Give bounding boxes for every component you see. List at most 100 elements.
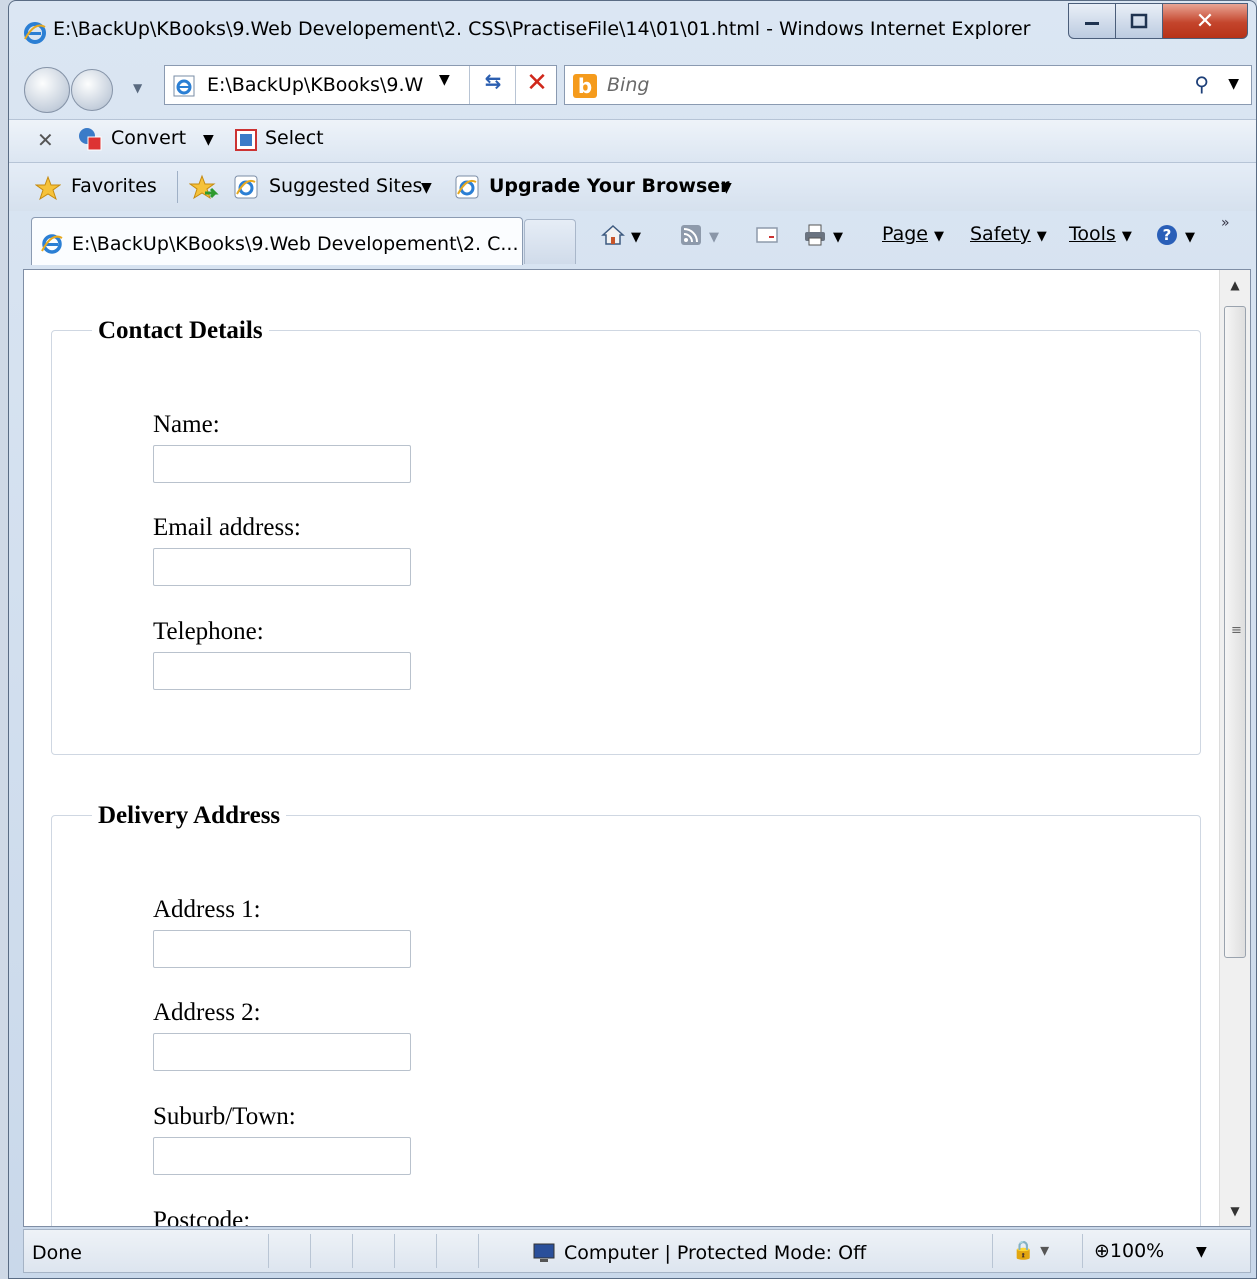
address1-input[interactable] <box>153 930 411 968</box>
convert-button[interactable]: Convert <box>111 127 186 149</box>
ie-logo-icon <box>24 22 46 44</box>
security-zone-text[interactable]: Computer | Protected Mode: Off <box>564 1242 866 1264</box>
select-pdf-icon <box>235 129 257 151</box>
divider <box>268 1234 269 1268</box>
rss-feed-icon <box>681 225 701 245</box>
divider <box>310 1234 311 1268</box>
tools-menu[interactable]: Tools ▼ <box>1069 223 1132 245</box>
telephone-input[interactable] <box>153 652 411 690</box>
scroll-up-arrow-icon[interactable]: ▲ <box>1220 270 1250 300</box>
maximize-button[interactable] <box>1116 3 1163 39</box>
title-bar: E:\BackUp\KBooks\9.Web Developement\2. C… <box>9 1 1256 57</box>
add-to-favorites-bar-icon[interactable] <box>189 173 219 201</box>
recent-pages-dropdown-icon[interactable]: ▼ <box>133 81 142 95</box>
safety-menu-label: Safety <box>970 223 1031 245</box>
postcode-label: Postcode: <box>153 1207 251 1227</box>
back-button[interactable] <box>24 67 70 113</box>
name-input[interactable] <box>153 445 411 483</box>
bing-logo-icon: b <box>573 74 597 98</box>
new-tab-button[interactable] <box>524 219 576 264</box>
print-button[interactable]: ▼ <box>803 223 843 247</box>
page-viewport: Contact Details Name: Email address: Tel… <box>23 269 1251 1227</box>
convert-pdf-icon <box>79 128 102 151</box>
help-menu[interactable]: ? ▼ <box>1155 223 1195 247</box>
printer-icon <box>805 224 825 246</box>
maximize-icon <box>1130 13 1148 29</box>
contact-details-legend: Contact Details <box>92 317 269 345</box>
contact-details-fieldset: Contact Details Name: Email address: Tel… <box>51 317 1201 755</box>
search-options-dropdown-icon[interactable]: ▼ <box>1228 76 1239 92</box>
status-text: Done <box>32 1242 82 1264</box>
feeds-button[interactable]: ▼ <box>679 223 719 247</box>
suggested-sites-ie-icon <box>234 175 258 199</box>
email-input[interactable] <box>153 548 411 586</box>
help-icon: ? <box>1157 225 1177 245</box>
divider <box>177 171 178 203</box>
home-icon <box>601 224 625 245</box>
url-text[interactable]: E:\BackUp\KBooks\9.W <box>207 74 432 96</box>
name-label: Name: <box>153 411 220 438</box>
tab-title: E:\BackUp\KBooks\9.Web Developement\2. C… <box>72 233 519 255</box>
mail-icon <box>756 227 778 243</box>
divider <box>469 66 470 104</box>
search-icon[interactable]: ⚲ <box>1194 72 1209 96</box>
search-box[interactable]: b Bing ⚲ ▼ <box>564 65 1252 105</box>
ie-window: E:\BackUp\KBooks\9.Web Developement\2. C… <box>8 0 1257 1279</box>
suggested-sites-dropdown-icon[interactable]: ▼ <box>421 180 432 196</box>
page-menu-label: Page <box>882 223 928 245</box>
upgrade-browser-link[interactable]: Upgrade Your Browser <box>489 175 730 197</box>
tools-dropdown-icon: ▼ <box>1121 229 1132 244</box>
refresh-icon: ⇆ <box>484 69 502 93</box>
stop-button[interactable]: ✕ <box>519 68 555 100</box>
divider <box>394 1234 395 1268</box>
forward-button[interactable] <box>71 69 113 111</box>
navigation-bar: ▼ E:\BackUp\KBooks\9.W ▼ ⇆ ✕ b Bing ⚲ ▼ <box>9 61 1256 115</box>
stop-icon: ✕ <box>526 68 548 98</box>
zoom-dropdown-icon[interactable]: ▼ <box>1196 1244 1207 1260</box>
address2-input[interactable] <box>153 1033 411 1071</box>
favorites-star-icon <box>35 175 61 201</box>
vertical-scrollbar[interactable]: ▲ ≡ ▼ <box>1219 270 1250 1226</box>
home-button[interactable]: ▼ <box>601 223 641 247</box>
tools-menu-label: Tools <box>1069 223 1116 245</box>
page-dropdown-icon: ▼ <box>934 229 944 244</box>
help-dropdown-icon: ▼ <box>1185 229 1195 245</box>
upgrade-browser-dropdown-icon[interactable]: ▼ <box>721 180 732 196</box>
favorites-button[interactable]: Favorites <box>71 175 157 197</box>
read-mail-button[interactable] <box>755 223 779 247</box>
protected-mode-lock-icon[interactable]: 🔒 ▾ <box>1012 1240 1049 1261</box>
home-dropdown-icon[interactable]: ▼ <box>631 230 641 245</box>
tab-active[interactable]: E:\BackUp\KBooks\9.Web Developement\2. C… <box>31 217 523 265</box>
status-bar: Done Computer | Protected Mode: Off 🔒 ▾ … <box>23 1229 1251 1273</box>
close-window-button[interactable]: ✕ <box>1163 3 1248 39</box>
page-menu[interactable]: Page ▼ <box>882 223 944 245</box>
address2-label: Address 2: <box>153 999 261 1026</box>
close-toolbar-icon[interactable]: ✕ <box>37 128 54 152</box>
select-button[interactable]: Select <box>265 127 324 149</box>
tab-row: E:\BackUp\KBooks\9.Web Developement\2. C… <box>9 211 1256 269</box>
scroll-down-arrow-icon[interactable]: ▼ <box>1220 1196 1250 1226</box>
scrollbar-thumb[interactable]: ≡ <box>1224 306 1246 958</box>
close-icon: ✕ <box>1195 8 1215 34</box>
search-placeholder[interactable]: Bing <box>607 74 649 96</box>
print-dropdown-icon[interactable]: ▼ <box>833 230 843 245</box>
refresh-button[interactable]: ⇆ <box>473 69 513 101</box>
email-label: Email address: <box>153 514 301 541</box>
address-bar[interactable]: E:\BackUp\KBooks\9.W ▼ ⇆ ✕ <box>164 65 557 105</box>
suggested-sites-link[interactable]: Suggested Sites <box>269 175 422 197</box>
feeds-dropdown-icon[interactable]: ▼ <box>709 230 719 245</box>
safety-dropdown-icon: ▼ <box>1036 229 1047 244</box>
minimize-button[interactable] <box>1068 3 1116 39</box>
address-dropdown-icon[interactable]: ▼ <box>439 72 461 88</box>
zoom-level[interactable]: ⊕100% <box>1094 1240 1164 1262</box>
convert-dropdown-icon[interactable]: ▼ <box>203 132 214 148</box>
safety-menu[interactable]: Safety ▼ <box>970 223 1047 245</box>
more-commands-chevron-icon[interactable]: » <box>1221 215 1230 231</box>
zoom-icon: ⊕ <box>1094 1240 1110 1262</box>
suburb-town-input[interactable] <box>153 1137 411 1175</box>
divider <box>478 1234 479 1268</box>
telephone-label: Telephone: <box>153 618 264 645</box>
divider <box>1082 1234 1083 1268</box>
favorites-bar: Favorites Suggested Sites ▼ Upgrade Your… <box>9 163 1256 211</box>
divider <box>352 1234 353 1268</box>
